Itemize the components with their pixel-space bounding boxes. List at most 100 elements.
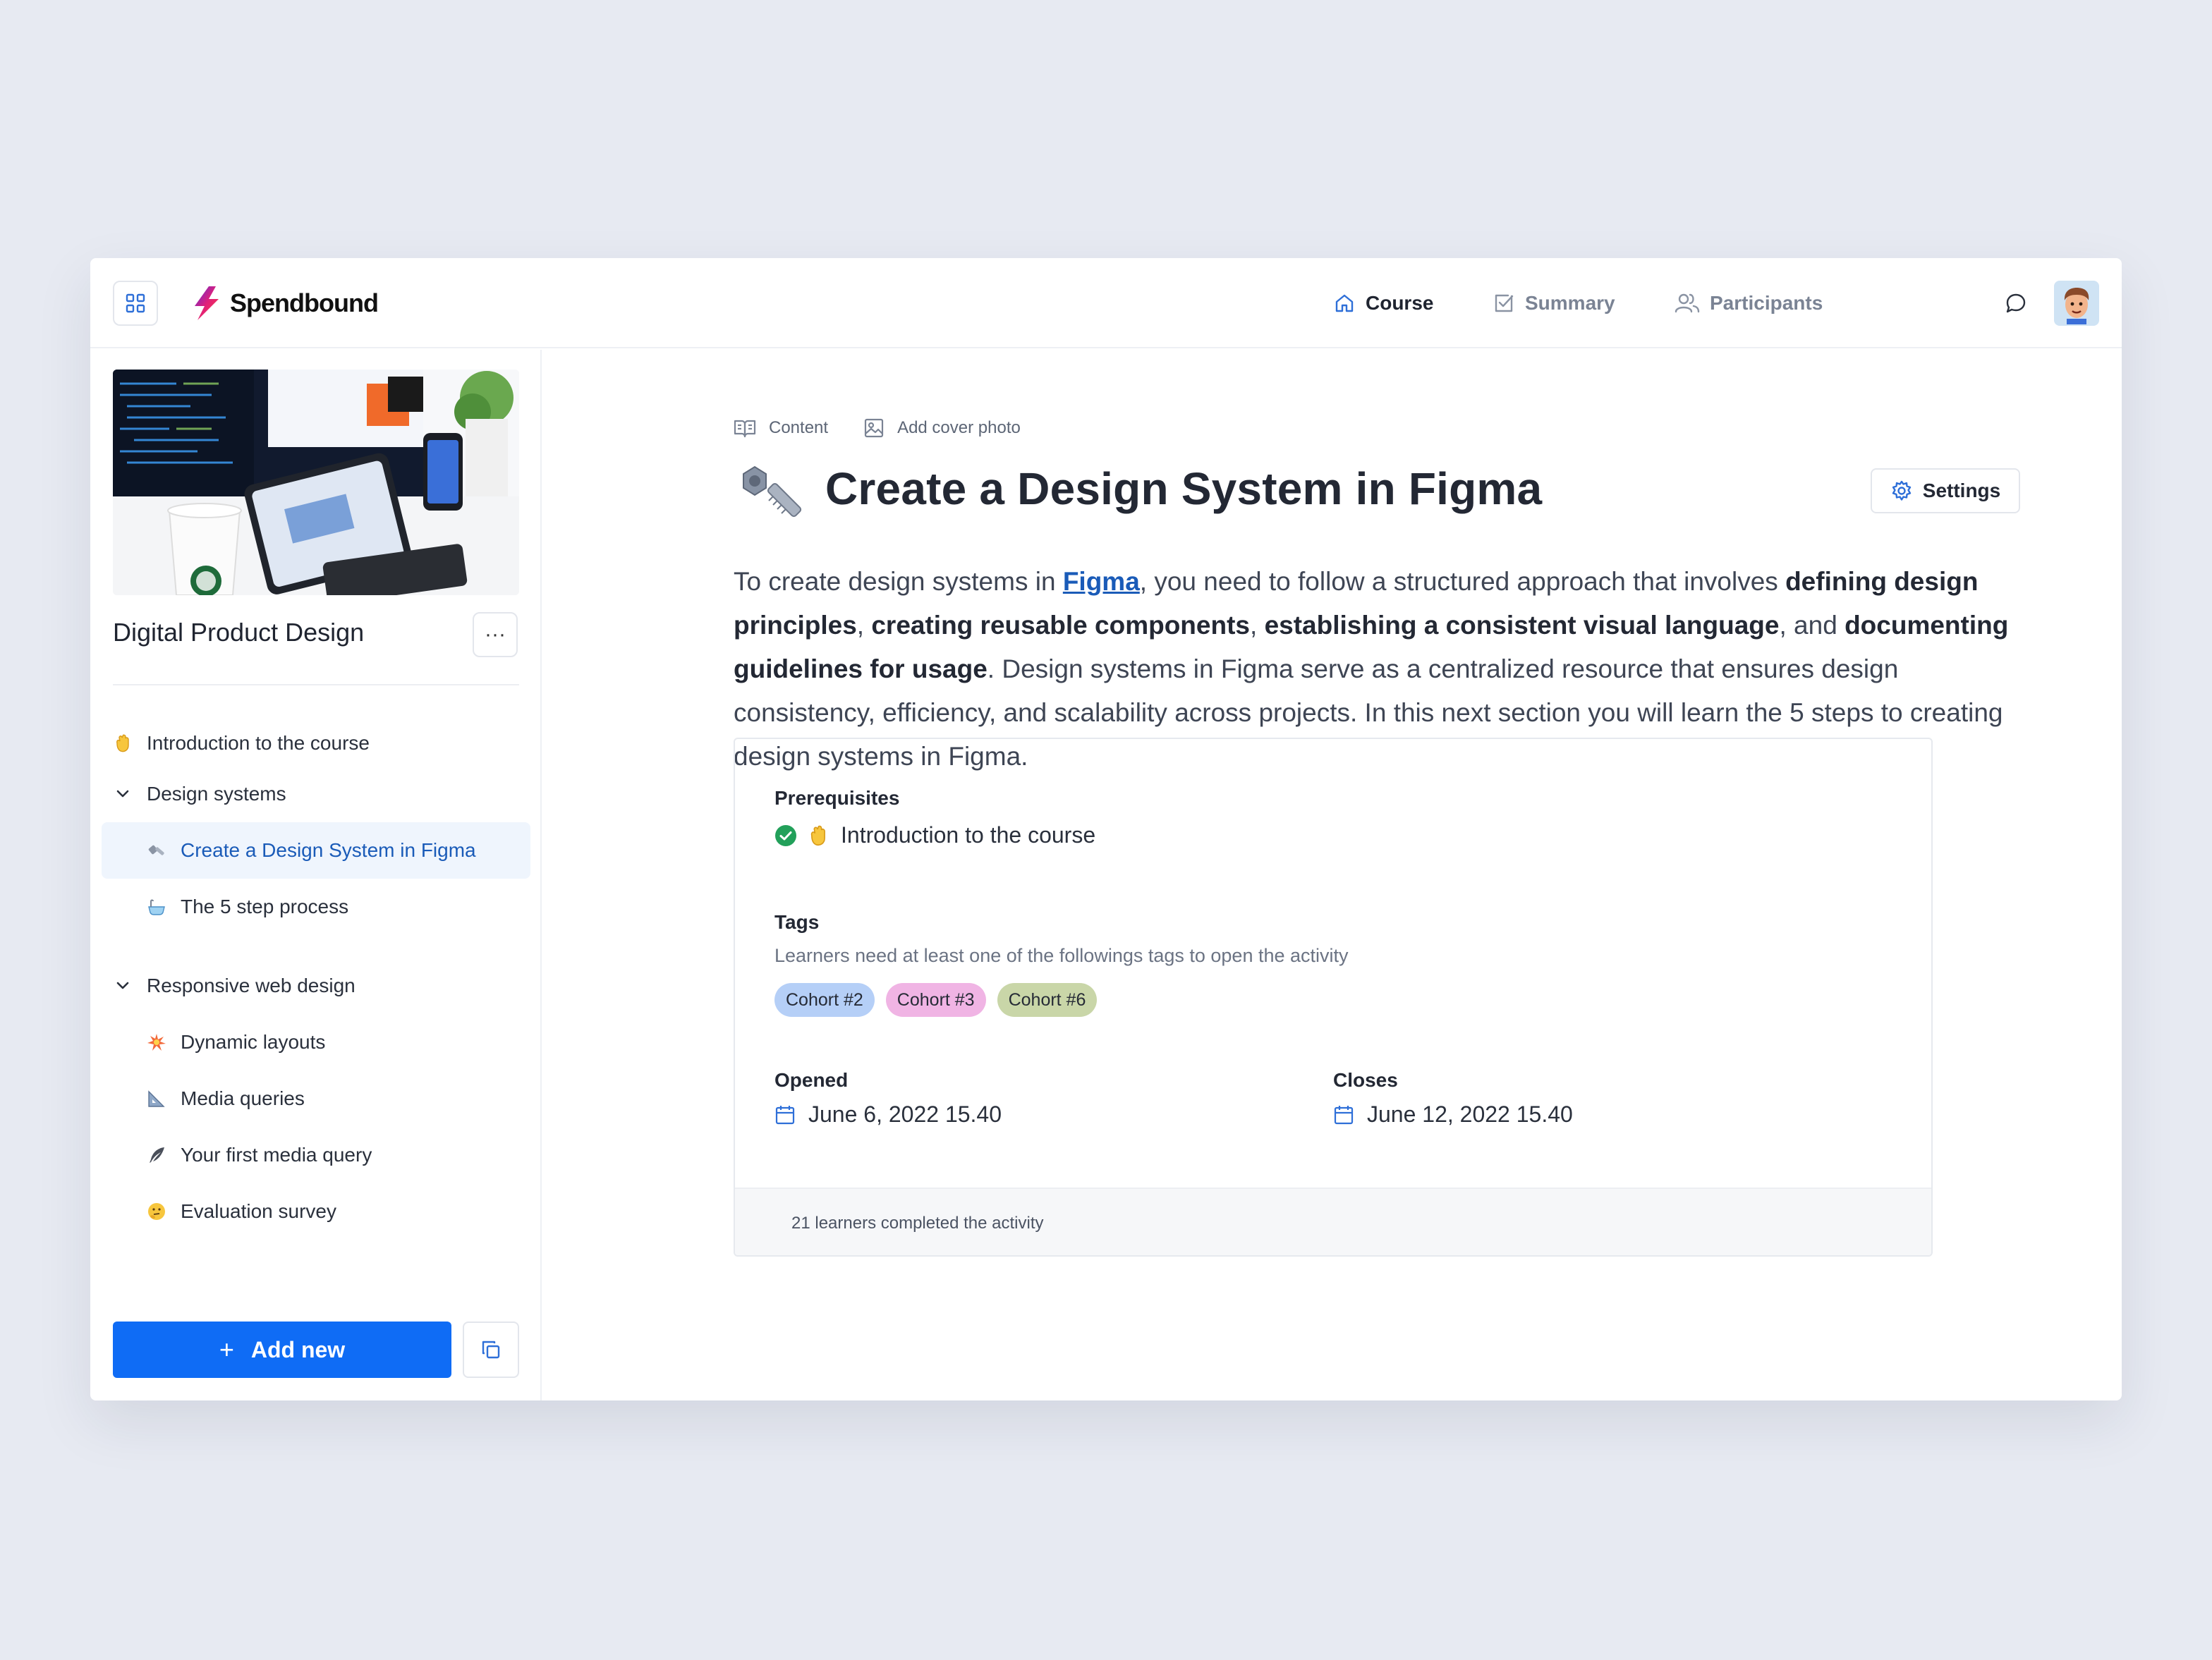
cover-photo-illustration [113, 370, 519, 595]
nav-participants-label: Participants [1710, 292, 1823, 314]
calendar-icon [775, 1105, 795, 1124]
opened-date[interactable]: June 6, 2022 15.40 [774, 1101, 1002, 1128]
figma-link[interactable]: Figma [1063, 567, 1140, 596]
brand-logo[interactable]: Spendbound [190, 283, 379, 323]
nav-course[interactable]: Course [1333, 258, 1433, 348]
triangular-ruler-icon [147, 1089, 166, 1109]
sidebar: Digital Product Design ··· Introduction … [90, 350, 542, 1400]
user-avatar[interactable] [2054, 281, 2099, 326]
content-link[interactable]: Content [734, 418, 828, 438]
course-title: Digital Product Design [113, 618, 365, 647]
apps-grid-button[interactable] [113, 281, 158, 326]
sidebar-item-intro[interactable]: Introduction to the course [113, 715, 519, 771]
nut-and-bolt-icon [734, 461, 804, 532]
app-window: Spendbound Course Summary Participants D… [90, 258, 2122, 1400]
completion-footer: 21 learners completed the activity [735, 1188, 1931, 1255]
desc-text: , [1250, 611, 1265, 640]
sidebar-item-label: Create a Design System in Figma [181, 839, 476, 861]
activity-details-card: Prerequisites Introduction to the course… [734, 738, 1933, 1257]
main-content: Content Add cover photo Create a Design … [543, 350, 2122, 1400]
grid-icon [126, 293, 145, 313]
top-bar: Spendbound Course Summary Participants [90, 258, 2122, 348]
add-cover-photo-link[interactable]: Add cover photo [863, 417, 1021, 439]
nav-summary[interactable]: Summary [1493, 258, 1615, 348]
add-cover-photo-label: Add cover photo [897, 418, 1021, 437]
nav-summary-label: Summary [1525, 292, 1615, 314]
gear-icon [1892, 480, 1911, 501]
sidebar-group-title: Responsive web design [147, 975, 356, 996]
lightning-logo-icon [195, 286, 219, 320]
waving-hand-icon [810, 825, 825, 846]
users-icon [1675, 293, 1700, 313]
closes-date[interactable]: June 12, 2022 15.40 [1333, 1101, 1573, 1128]
copy-icon [482, 1341, 500, 1359]
thinking-face-icon [147, 1202, 166, 1221]
sidebar-item-label: Introduction to the course [147, 732, 370, 754]
chevron-down-icon [116, 982, 129, 989]
prerequisite-label: Introduction to the course [841, 822, 1096, 848]
image-icon [864, 418, 884, 438]
sidebar-item-dynamic-layouts[interactable]: Dynamic layouts [147, 1014, 519, 1070]
sidebar-group-title: Design systems [147, 783, 286, 805]
sidebar-item-5-step[interactable]: The 5 step process [147, 879, 519, 935]
chevron-down-icon [116, 790, 129, 798]
sidebar-item-label: Media queries [181, 1087, 305, 1109]
chat-button[interactable] [2000, 288, 2031, 319]
avatar-face-icon [2064, 288, 2089, 324]
page-title: Create a Design System in Figma [825, 463, 1543, 514]
desc-text: , and [1779, 611, 1845, 640]
desc-text: , you need to follow a structured approa… [1139, 567, 1786, 596]
tags-label: Tags [774, 911, 820, 933]
sidebar-divider [113, 684, 519, 685]
course-more-button[interactable]: ··· [473, 612, 518, 657]
course-cover-image [113, 370, 519, 595]
nut-and-bolt-icon [147, 841, 166, 860]
tag-chip[interactable]: Cohort #6 [997, 983, 1098, 1017]
closes-label: Closes [1333, 1069, 1398, 1091]
tags-hint: Learners need at least one of the follow… [774, 945, 1349, 966]
chat-bubble-icon [2006, 293, 2026, 313]
desc-text: , [856, 611, 872, 640]
content-link-label: Content [769, 418, 829, 437]
opened-label: Opened [774, 1069, 849, 1091]
sidebar-item-evaluation-survey[interactable]: Evaluation survey [147, 1183, 519, 1240]
quill-feather-icon [147, 1145, 166, 1165]
desc-bold: establishing a consistent visual languag… [1264, 611, 1780, 640]
sidebar-item-first-media-query[interactable]: Your first media query [147, 1127, 519, 1183]
checkbox-icon [1495, 294, 1514, 312]
check-circle-icon [775, 824, 796, 846]
nav-course-label: Course [1366, 292, 1434, 314]
brand-name: Spendbound [230, 288, 379, 317]
closes-date-value: June 12, 2022 15.40 [1367, 1101, 1573, 1127]
sidebar-group-design-systems[interactable]: Design systems [113, 773, 286, 815]
tag-chip[interactable]: Cohort #3 [885, 983, 986, 1017]
opened-date-value: June 6, 2022 15.40 [808, 1101, 1002, 1127]
open-book-icon [734, 420, 756, 438]
desc-text: To create design systems in [734, 567, 1063, 596]
sidebar-item-label: Evaluation survey [181, 1200, 337, 1222]
add-new-button[interactable]: + Add new [113, 1322, 451, 1378]
duplicate-button[interactable] [463, 1322, 519, 1378]
prerequisites-label: Prerequisites [774, 787, 900, 809]
sidebar-item-media-queries[interactable]: Media queries [147, 1070, 519, 1127]
collision-icon [147, 1032, 166, 1052]
sidebar-item-create-design-system[interactable]: Create a Design System in Figma [102, 822, 530, 879]
tag-list: Cohort #2 Cohort #3 Cohort #6 [774, 983, 1108, 1017]
nav-participants[interactable]: Participants [1675, 258, 1823, 348]
waving-hand-icon [113, 733, 133, 753]
completion-count: 21 learners completed the activity [791, 1214, 1044, 1233]
add-new-label: Add new [250, 1336, 346, 1362]
bathtub-icon [147, 897, 166, 917]
content-toolbar: Content Add cover photo [734, 417, 1056, 439]
calendar-icon [1334, 1105, 1354, 1124]
settings-button[interactable]: Settings [1871, 468, 2020, 513]
desc-bold: creating reusable components [871, 611, 1250, 640]
home-icon [1335, 294, 1354, 312]
sidebar-group-responsive-web[interactable]: Responsive web design [113, 965, 356, 1007]
prerequisite-item[interactable]: Introduction to the course [774, 822, 1095, 848]
tag-chip[interactable]: Cohort #2 [774, 983, 875, 1017]
sidebar-item-label: Your first media query [181, 1144, 372, 1166]
sidebar-item-label: The 5 step process [181, 896, 349, 917]
plus-icon: + [219, 1335, 234, 1364]
settings-label: Settings [1922, 480, 2001, 501]
